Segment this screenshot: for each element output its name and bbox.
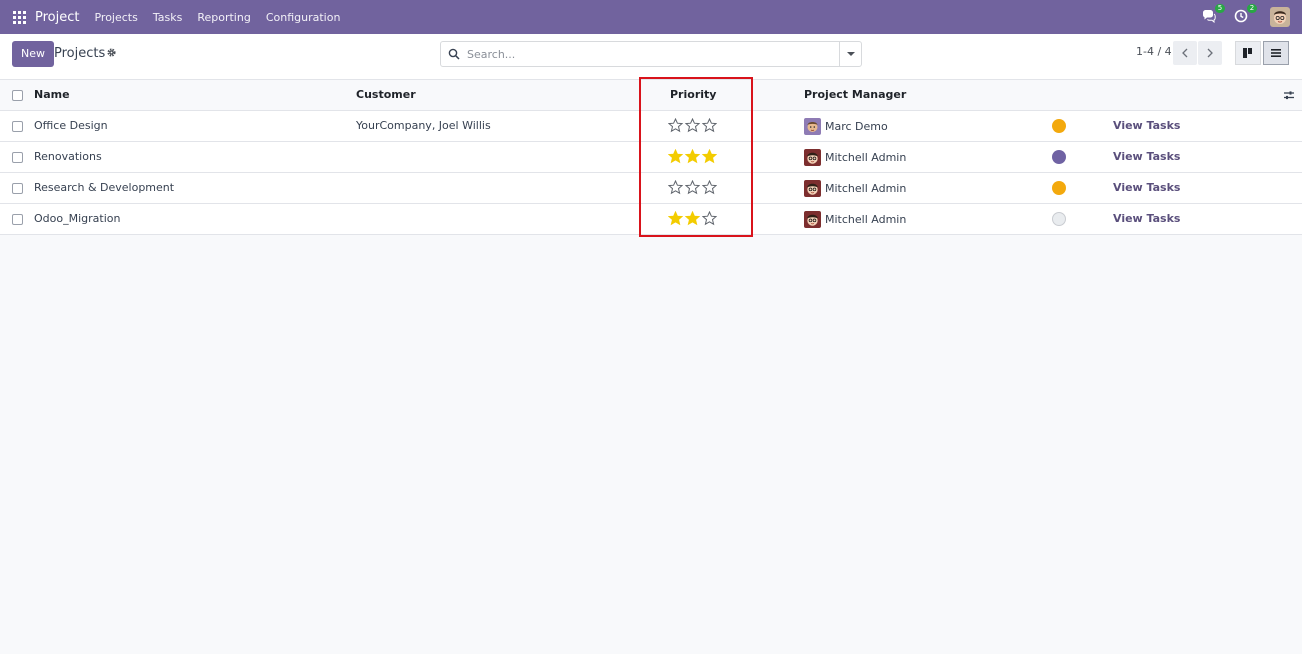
row-checkbox[interactable] — [12, 121, 23, 132]
project-status-indicator[interactable] — [1052, 181, 1066, 195]
search-icon — [448, 48, 460, 60]
pager-value: 1-4 / 4 — [1136, 45, 1172, 58]
search-bar — [440, 41, 862, 67]
manager-avatar — [804, 148, 821, 166]
app-brand[interactable]: Project — [35, 10, 79, 25]
project-manager: Mitchell Admin — [804, 142, 906, 172]
manager-name: Mitchell Admin — [825, 181, 907, 195]
activity-badge: 2 — [1247, 4, 1257, 13]
menu-item-projects[interactable]: Projects — [94, 11, 137, 24]
manager-name: Mitchell Admin — [825, 150, 907, 164]
column-header-project-manager[interactable]: Project Manager — [804, 80, 906, 110]
star-empty-icon[interactable] — [685, 180, 700, 195]
menu-item-reporting[interactable]: Reporting — [197, 11, 250, 24]
project-name[interactable]: Research & Development — [34, 173, 174, 203]
pager-next-button[interactable] — [1198, 41, 1222, 65]
project-manager: Marc Demo — [804, 111, 888, 141]
project-name[interactable]: Renovations — [34, 142, 102, 172]
list-icon — [1271, 49, 1281, 57]
priority-stars — [668, 118, 719, 134]
new-button[interactable]: New — [12, 41, 54, 67]
star-empty-icon[interactable] — [685, 118, 700, 133]
project-manager: Mitchell Admin — [804, 204, 906, 234]
table-row[interactable]: Odoo_Migration Mitchell Admin View Tasks — [0, 204, 1302, 235]
table-row[interactable]: Office Design YourCompany, Joel Willis Mar… — [0, 111, 1302, 142]
row-checkbox[interactable] — [12, 183, 23, 194]
table-row[interactable]: Research & Development Mitchell Admin View… — [0, 173, 1302, 204]
user-avatar[interactable] — [1270, 7, 1290, 27]
breadcrumb: Projects — [54, 46, 106, 61]
app-menu-icon[interactable] — [13, 10, 26, 24]
optional-columns-icon[interactable] — [1283, 89, 1295, 101]
view-tasks-button[interactable]: View Tasks — [1113, 111, 1180, 141]
kanban-view-button[interactable] — [1235, 41, 1261, 65]
chevron-right-icon — [1207, 48, 1213, 58]
control-panel: New Projects 1-4 / 4 — [0, 34, 1302, 80]
manager-name: Mitchell Admin — [825, 212, 907, 226]
star-empty-icon[interactable] — [668, 180, 683, 195]
row-checkbox[interactable] — [12, 152, 23, 163]
view-tasks-button[interactable]: View Tasks — [1113, 204, 1180, 234]
column-header-name[interactable]: Name — [34, 80, 70, 110]
kanban-icon — [1243, 48, 1252, 58]
priority-stars — [668, 211, 719, 227]
systray: 5 2 — [1186, 0, 1290, 34]
menu-item-configuration[interactable]: Configuration — [266, 11, 341, 24]
pager-previous-button[interactable] — [1173, 41, 1197, 65]
list-view-button[interactable] — [1263, 41, 1289, 65]
column-header-customer[interactable]: Customer — [356, 80, 416, 110]
activity-clock-icon[interactable]: 2 — [1234, 4, 1257, 25]
project-name[interactable]: Odoo_Migration — [34, 204, 120, 234]
project-status-indicator[interactable] — [1052, 150, 1066, 164]
star-filled-icon[interactable] — [685, 149, 700, 164]
project-manager: Mitchell Admin — [804, 173, 906, 203]
view-tasks-button[interactable]: View Tasks — [1113, 173, 1180, 203]
star-empty-icon[interactable] — [702, 118, 717, 133]
chevron-left-icon — [1182, 48, 1188, 58]
row-checkbox[interactable] — [12, 214, 23, 225]
star-filled-icon[interactable] — [668, 211, 683, 226]
star-empty-icon[interactable] — [668, 118, 683, 133]
star-filled-icon[interactable] — [702, 149, 717, 164]
menu-item-tasks[interactable]: Tasks — [153, 11, 182, 24]
star-empty-icon[interactable] — [702, 211, 717, 226]
customer-name: YourCompany, Joel Willis — [356, 119, 491, 132]
manager-avatar — [804, 210, 821, 228]
top-navbar: Project Projects Tasks Reporting Configu… — [0, 0, 1302, 34]
star-empty-icon[interactable] — [702, 180, 717, 195]
manager-name: Marc Demo — [825, 119, 888, 133]
table-header: Name Customer Priority Project Manager — [0, 80, 1302, 111]
priority-stars — [668, 180, 719, 196]
project-name[interactable]: Office Design — [34, 111, 108, 141]
table-row[interactable]: Renovations Mitchell Admin View Tasks — [0, 142, 1302, 173]
column-header-priority[interactable]: Priority — [670, 80, 716, 110]
manager-avatar — [804, 179, 821, 197]
star-filled-icon[interactable] — [668, 149, 683, 164]
manager-avatar — [804, 117, 821, 135]
priority-stars — [668, 149, 719, 165]
project-list: Name Customer Priority Project Manager O… — [0, 80, 1302, 235]
select-all-checkbox[interactable] — [12, 90, 23, 101]
messages-icon[interactable]: 5 — [1202, 4, 1225, 25]
search-options-toggle[interactable] — [839, 42, 861, 66]
messages-badge: 5 — [1215, 4, 1225, 13]
view-tasks-button[interactable]: View Tasks — [1113, 142, 1180, 172]
project-status-indicator[interactable] — [1052, 119, 1066, 133]
gear-icon[interactable] — [106, 47, 117, 58]
star-filled-icon[interactable] — [685, 211, 700, 226]
project-status-indicator[interactable] — [1052, 212, 1066, 226]
search-input[interactable] — [467, 45, 835, 63]
